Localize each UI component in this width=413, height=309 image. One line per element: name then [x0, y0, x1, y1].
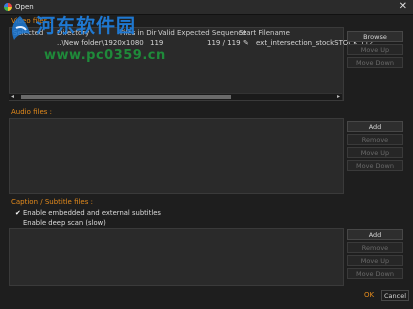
- deep-scan-checkbox[interactable]: Enable deep scan (slow): [15, 219, 106, 227]
- video-move-up-button[interactable]: Move Up: [347, 44, 403, 55]
- col-files-in-dir[interactable]: Files in Dir: [120, 29, 156, 37]
- edit-pencil-icon[interactable]: ✎: [243, 39, 249, 47]
- caption-files-list[interactable]: [9, 228, 344, 286]
- table-row[interactable]: ..\New folder\1920x1080 119 119 / 119 ✎ …: [10, 38, 380, 48]
- col-directory[interactable]: Directory: [57, 29, 89, 37]
- caption-move-down-button[interactable]: Move Down: [347, 268, 403, 279]
- video-files-table[interactable]: Selected Directory Files in Dir Valid Ex…: [9, 27, 380, 101]
- deep-scan-label: Enable deep scan (slow): [23, 219, 106, 227]
- cell-directory: ..\New folder\1920x1080: [57, 39, 144, 47]
- checkmark-icon: ✔: [15, 209, 21, 217]
- scrollbar-thumb[interactable]: [21, 95, 231, 99]
- cell-expected-sequence: 119 / 119: [207, 39, 241, 47]
- audio-remove-button[interactable]: Remove: [347, 134, 403, 145]
- table-header: Selected Directory Files in Dir Valid Ex…: [10, 28, 343, 38]
- scroll-left-icon[interactable]: ◂: [11, 93, 14, 100]
- audio-section-label: Audio files :: [11, 108, 53, 116]
- ok-button[interactable]: OK: [361, 290, 377, 301]
- col-start-filename[interactable]: Start Filename: [239, 29, 290, 37]
- cell-files-in-dir: 119: [150, 39, 164, 47]
- col-expected-sequence[interactable]: Expected Sequence: [177, 29, 246, 37]
- audio-move-up-button[interactable]: Move Up: [347, 147, 403, 158]
- cancel-button[interactable]: Cancel: [381, 290, 409, 301]
- captions-section-label: Caption / Subtitle files :: [11, 198, 93, 206]
- video-browse-button[interactable]: Browse: [347, 31, 403, 42]
- scroll-right-icon[interactable]: ▸: [337, 93, 340, 100]
- window-title: Open: [15, 3, 34, 11]
- col-valid[interactable]: Valid: [158, 29, 175, 37]
- enable-subtitles-checkbox[interactable]: ✔ Enable embedded and external subtitles: [15, 209, 161, 217]
- audio-move-down-button[interactable]: Move Down: [347, 160, 403, 171]
- app-logo-icon: [4, 3, 12, 11]
- enable-subtitles-label: Enable embedded and external subtitles: [23, 209, 161, 217]
- title-bar: Open ✕: [0, 0, 413, 15]
- audio-add-button[interactable]: Add: [347, 121, 403, 132]
- caption-add-button[interactable]: Add: [347, 229, 403, 240]
- video-move-down-button[interactable]: Move Down: [347, 57, 403, 68]
- horizontal-scrollbar[interactable]: ◂ ▸: [9, 93, 342, 100]
- close-icon[interactable]: ✕: [399, 1, 407, 12]
- audio-files-list[interactable]: [9, 118, 344, 194]
- caption-remove-button[interactable]: Remove: [347, 242, 403, 253]
- caption-move-up-button[interactable]: Move Up: [347, 255, 403, 266]
- watermark-logo-icon: [12, 16, 30, 40]
